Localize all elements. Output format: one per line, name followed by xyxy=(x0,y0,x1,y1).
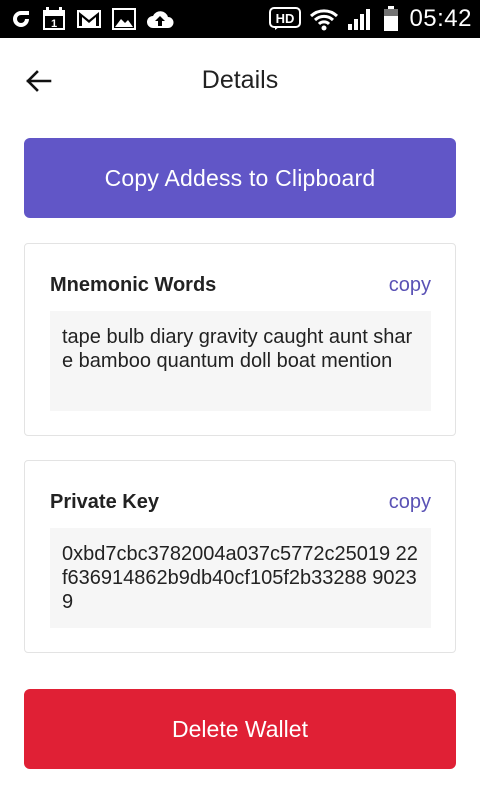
private-key-card: Private Key copy 0xbd7cbc3782004a037c577… xyxy=(24,460,456,653)
cloud-upload-icon xyxy=(146,9,174,29)
status-left-icons: 1 xyxy=(10,7,174,31)
battery-icon xyxy=(383,6,399,32)
delete-wallet-button[interactable]: Delete Wallet xyxy=(24,689,456,769)
svg-text:1: 1 xyxy=(51,18,57,30)
sync-icon xyxy=(10,8,32,30)
mnemonic-title: Mnemonic Words xyxy=(50,274,217,296)
wifi-icon xyxy=(309,7,339,31)
status-time: 05:42 xyxy=(409,5,472,32)
private-key-value: 0xbd7cbc3782004a037c5772c25019 22f636914… xyxy=(50,528,431,628)
status-right-icons: HD 05:42 xyxy=(269,5,472,33)
gmail-icon xyxy=(76,9,102,29)
gallery-icon xyxy=(112,8,136,30)
calendar-icon: 1 xyxy=(42,7,66,31)
copy-private-key-link[interactable]: copy xyxy=(389,491,431,514)
app-header: Details xyxy=(0,38,480,124)
signal-icon xyxy=(347,7,375,31)
mnemonic-card-header: Mnemonic Words copy xyxy=(50,274,431,297)
hd-icon: HD xyxy=(269,7,302,31)
copy-mnemonic-link[interactable]: copy xyxy=(389,274,431,297)
mnemonic-words-value: tape bulb diary gravity caught aunt shar… xyxy=(50,311,431,411)
private-key-card-header: Private Key copy xyxy=(50,491,431,514)
private-key-title: Private Key xyxy=(50,491,159,513)
svg-text:HD: HD xyxy=(276,11,295,26)
page-title: Details xyxy=(201,66,279,94)
mnemonic-card: Mnemonic Words copy tape bulb diary grav… xyxy=(24,243,456,436)
status-bar: 1 HD 05:42 xyxy=(0,0,480,38)
copy-address-button[interactable]: Copy Addess to Clipboard xyxy=(24,138,456,218)
